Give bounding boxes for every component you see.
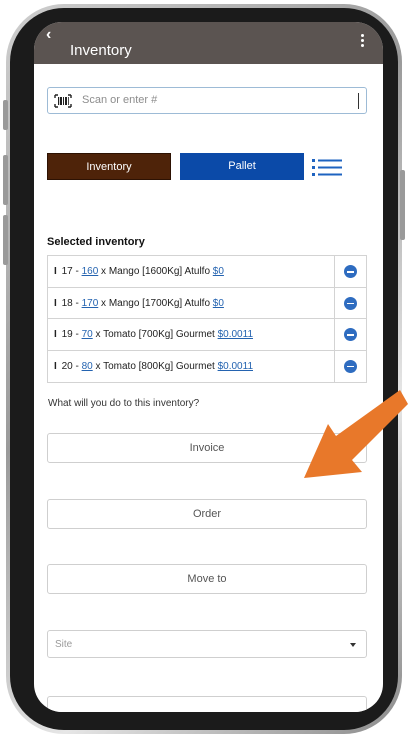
item-marker: I: [54, 360, 57, 372]
table-row: I 18 - 170 x Mango [1700Kg] Atulfo $0: [48, 287, 366, 319]
quantity-link[interactable]: 160: [82, 266, 99, 277]
item-marker: I: [54, 297, 57, 309]
item-id: 20: [61, 360, 73, 372]
quantity-link[interactable]: 170: [82, 298, 99, 309]
remove-cell: [334, 256, 366, 287]
move-to-button[interactable]: Move to: [47, 564, 367, 594]
pointer-arrow-icon: [304, 390, 408, 478]
list-view-icon[interactable]: [312, 158, 342, 176]
power-button: [400, 170, 405, 240]
page-title: Inventory: [70, 42, 132, 59]
table-row: I 19 - 70 x Tomato [700Kg] Gourmet $0.00…: [48, 319, 366, 351]
dropdown-arrow-icon: [350, 643, 356, 647]
site-select[interactable]: Site: [47, 630, 367, 658]
quantity-link[interactable]: 80: [82, 361, 93, 372]
row-text: I 20 - 80 x Tomato [800Kg] Gourmet $0.00…: [54, 360, 253, 372]
price-link[interactable]: $0: [213, 266, 224, 277]
item-id: 19: [61, 329, 73, 340]
inventory-button[interactable]: Inventory: [47, 153, 171, 180]
bottom-field[interactable]: [47, 696, 367, 712]
remove-cell: [334, 287, 366, 318]
remove-cell: [334, 350, 366, 382]
barcode-icon[interactable]: [54, 94, 72, 108]
action-question: What will you do to this inventory?: [48, 398, 200, 409]
item-id: 17: [61, 266, 73, 277]
order-button[interactable]: Order: [47, 499, 367, 529]
item-id: 18: [61, 297, 73, 309]
remove-icon[interactable]: [344, 328, 357, 341]
text-caret: [358, 93, 359, 109]
item-description: x Mango [1600Kg] Atulfo: [101, 266, 211, 277]
more-menu-icon[interactable]: [361, 34, 365, 49]
remove-cell: [334, 319, 366, 350]
item-description: x Tomato [700Kg] Gourmet: [95, 329, 215, 340]
item-marker: I: [54, 266, 57, 277]
selected-inventory-table: I 17 - 160 x Mango [1600Kg] Atulfo $0 I …: [47, 255, 367, 383]
remove-icon[interactable]: [344, 359, 357, 373]
price-link[interactable]: $0.0011: [218, 329, 253, 340]
row-text: I 17 - 160 x Mango [1600Kg] Atulfo $0: [54, 266, 224, 277]
price-link[interactable]: $0: [213, 298, 224, 309]
selected-inventory-title: Selected inventory: [47, 236, 145, 248]
table-row: I 20 - 80 x Tomato [800Kg] Gourmet $0.00…: [48, 350, 366, 382]
remove-icon[interactable]: [344, 296, 357, 310]
remove-icon[interactable]: [344, 265, 357, 278]
item-description: x Mango [1700Kg] Atulfo: [101, 297, 211, 309]
scan-input[interactable]: Scan or enter #: [47, 87, 367, 114]
quantity-link[interactable]: 70: [82, 329, 93, 340]
scan-placeholder: Scan or enter #: [82, 94, 158, 106]
app-bar: ‹ Inventory: [34, 22, 383, 64]
price-link[interactable]: $0.0011: [218, 361, 253, 372]
volume-down-button: [3, 215, 8, 265]
item-description: x Tomato [800Kg] Gourmet: [95, 360, 215, 372]
site-placeholder: Site: [55, 639, 73, 650]
row-text: I 19 - 70 x Tomato [700Kg] Gourmet $0.00…: [54, 329, 253, 340]
item-marker: I: [54, 329, 57, 340]
back-icon[interactable]: ‹: [46, 26, 51, 44]
table-row: I 17 - 160 x Mango [1600Kg] Atulfo $0: [48, 256, 366, 288]
pallet-button[interactable]: Pallet: [180, 153, 304, 180]
row-text: I 18 - 170 x Mango [1700Kg] Atulfo $0: [54, 297, 224, 309]
app-screen: ‹ Inventory Scan or enter # Inventory Pa…: [34, 22, 383, 712]
volume-button: [3, 100, 8, 130]
volume-up-button: [3, 155, 8, 205]
